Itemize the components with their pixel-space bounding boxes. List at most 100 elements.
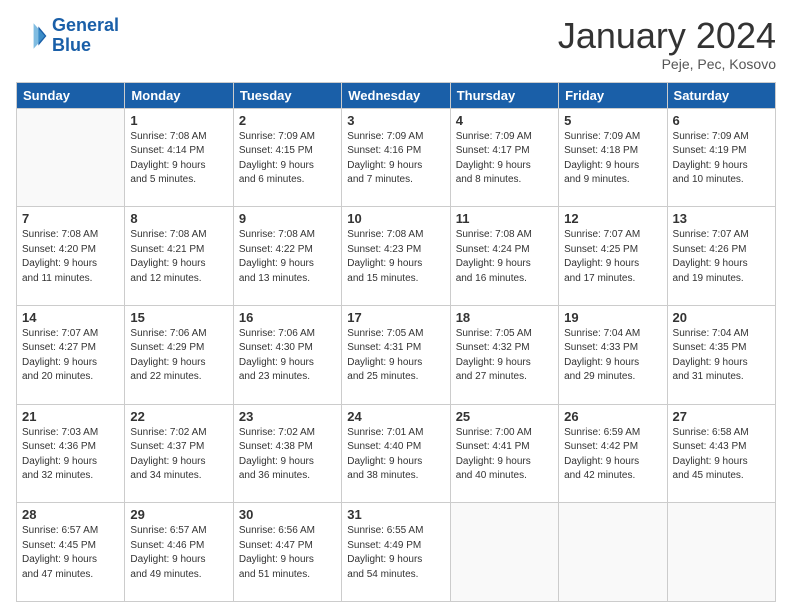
calendar-week-3: 14Sunrise: 7:07 AM Sunset: 4:27 PM Dayli… bbox=[17, 305, 776, 404]
logo: General Blue bbox=[16, 16, 119, 56]
day-info: Sunrise: 7:08 AM Sunset: 4:14 PM Dayligh… bbox=[130, 130, 227, 188]
day-info: Sunrise: 7:08 AM Sunset: 4:24 PM Dayligh… bbox=[456, 228, 553, 286]
calendar-cell: 24 Sunrise: 7:01 AM Sunset: 4:40 PM Dayli… bbox=[342, 404, 450, 503]
logo-text: General Blue bbox=[52, 16, 119, 56]
day-info: Sunrise: 7:07 AM Sunset: 4:26 PM Dayligh… bbox=[673, 228, 770, 286]
calendar-cell: 23 Sunrise: 7:02 AM Sunset: 4:38 PM Dayli… bbox=[233, 404, 341, 503]
day-info: Sunrise: 6:57 AM Sunset: 4:45 PM Dayligh… bbox=[22, 524, 119, 582]
day-number: 16 bbox=[239, 310, 336, 325]
calendar-cell: 16 Sunrise: 7:06 AM Sunset: 4:30 PM Dayli… bbox=[233, 305, 341, 404]
calendar-cell: 17 Sunrise: 7:05 AM Sunset: 4:31 PM Dayli… bbox=[342, 305, 450, 404]
day-number: 30 bbox=[239, 507, 336, 522]
day-header-saturday: Saturday bbox=[667, 82, 775, 108]
day-number: 2 bbox=[239, 113, 336, 128]
day-number: 6 bbox=[673, 113, 770, 128]
calendar-cell bbox=[559, 503, 667, 602]
logo-line2: Blue bbox=[52, 35, 91, 55]
day-number: 19 bbox=[564, 310, 661, 325]
day-info: Sunrise: 7:02 AM Sunset: 4:37 PM Dayligh… bbox=[130, 426, 227, 484]
calendar-cell: 22Sunrise: 7:02 AM Sunset: 4:37 PM Dayli… bbox=[125, 404, 233, 503]
day-number: 23 bbox=[239, 409, 336, 424]
calendar-cell: 25 Sunrise: 7:00 AM Sunset: 4:41 PM Dayli… bbox=[450, 404, 558, 503]
day-header-wednesday: Wednesday bbox=[342, 82, 450, 108]
day-info: Sunrise: 7:05 AM Sunset: 4:32 PM Dayligh… bbox=[456, 327, 553, 385]
calendar-cell: 6 Sunrise: 7:09 AM Sunset: 4:19 PM Daylig… bbox=[667, 108, 775, 207]
calendar-cell: 30Sunrise: 6:56 AM Sunset: 4:47 PM Dayli… bbox=[233, 503, 341, 602]
day-number: 13 bbox=[673, 211, 770, 226]
calendar-cell: 3Sunrise: 7:09 AM Sunset: 4:16 PM Daylig… bbox=[342, 108, 450, 207]
calendar: SundayMondayTuesdayWednesdayThursdayFrid… bbox=[16, 82, 776, 602]
day-info: Sunrise: 7:09 AM Sunset: 4:15 PM Dayligh… bbox=[239, 130, 336, 188]
day-number: 7 bbox=[22, 211, 119, 226]
title-area: January 2024 Peje, Pec, Kosovo bbox=[558, 16, 776, 72]
calendar-cell: 21Sunrise: 7:03 AM Sunset: 4:36 PM Dayli… bbox=[17, 404, 125, 503]
day-number: 26 bbox=[564, 409, 661, 424]
calendar-cell: 4Sunrise: 7:09 AM Sunset: 4:17 PM Daylig… bbox=[450, 108, 558, 207]
day-info: Sunrise: 7:09 AM Sunset: 4:18 PM Dayligh… bbox=[564, 130, 661, 188]
calendar-cell: 13 Sunrise: 7:07 AM Sunset: 4:26 PM Dayli… bbox=[667, 207, 775, 306]
calendar-cell: 19 Sunrise: 7:04 AM Sunset: 4:33 PM Dayli… bbox=[559, 305, 667, 404]
day-info: Sunrise: 7:06 AM Sunset: 4:30 PM Dayligh… bbox=[239, 327, 336, 385]
calendar-cell bbox=[450, 503, 558, 602]
page: General Blue January 2024 Peje, Pec, Kos… bbox=[0, 0, 792, 612]
day-info: Sunrise: 7:09 AM Sunset: 4:19 PM Dayligh… bbox=[673, 130, 770, 188]
day-number: 15 bbox=[130, 310, 227, 325]
location-subtitle: Peje, Pec, Kosovo bbox=[558, 56, 776, 72]
calendar-week-4: 21Sunrise: 7:03 AM Sunset: 4:36 PM Dayli… bbox=[17, 404, 776, 503]
day-number: 29 bbox=[130, 507, 227, 522]
day-info: Sunrise: 7:04 AM Sunset: 4:35 PM Dayligh… bbox=[673, 327, 770, 385]
day-number: 1 bbox=[130, 113, 227, 128]
day-number: 9 bbox=[239, 211, 336, 226]
calendar-cell: 2 Sunrise: 7:09 AM Sunset: 4:15 PM Daylig… bbox=[233, 108, 341, 207]
calendar-week-2: 7Sunrise: 7:08 AM Sunset: 4:20 PM Daylig… bbox=[17, 207, 776, 306]
logo-icon bbox=[16, 20, 48, 52]
calendar-cell: 1 Sunrise: 7:08 AM Sunset: 4:14 PM Daylig… bbox=[125, 108, 233, 207]
day-info: Sunrise: 7:05 AM Sunset: 4:31 PM Dayligh… bbox=[347, 327, 444, 385]
day-info: Sunrise: 7:09 AM Sunset: 4:17 PM Dayligh… bbox=[456, 130, 553, 188]
day-header-tuesday: Tuesday bbox=[233, 82, 341, 108]
day-number: 8 bbox=[130, 211, 227, 226]
day-info: Sunrise: 6:59 AM Sunset: 4:42 PM Dayligh… bbox=[564, 426, 661, 484]
day-header-monday: Monday bbox=[125, 82, 233, 108]
calendar-cell: 27Sunrise: 6:58 AM Sunset: 4:43 PM Dayli… bbox=[667, 404, 775, 503]
day-info: Sunrise: 7:00 AM Sunset: 4:41 PM Dayligh… bbox=[456, 426, 553, 484]
day-number: 11 bbox=[456, 211, 553, 226]
calendar-cell: 28 Sunrise: 6:57 AM Sunset: 4:45 PM Dayli… bbox=[17, 503, 125, 602]
day-number: 12 bbox=[564, 211, 661, 226]
calendar-cell: 15 Sunrise: 7:06 AM Sunset: 4:29 PM Dayli… bbox=[125, 305, 233, 404]
calendar-cell: 14Sunrise: 7:07 AM Sunset: 4:27 PM Dayli… bbox=[17, 305, 125, 404]
day-number: 24 bbox=[347, 409, 444, 424]
calendar-cell: 26 Sunrise: 6:59 AM Sunset: 4:42 PM Dayli… bbox=[559, 404, 667, 503]
day-header-thursday: Thursday bbox=[450, 82, 558, 108]
calendar-cell: 31Sunrise: 6:55 AM Sunset: 4:49 PM Dayli… bbox=[342, 503, 450, 602]
calendar-cell: 8 Sunrise: 7:08 AM Sunset: 4:21 PM Daylig… bbox=[125, 207, 233, 306]
day-header-sunday: Sunday bbox=[17, 82, 125, 108]
day-info: Sunrise: 7:02 AM Sunset: 4:38 PM Dayligh… bbox=[239, 426, 336, 484]
day-header-friday: Friday bbox=[559, 82, 667, 108]
header: General Blue January 2024 Peje, Pec, Kos… bbox=[16, 16, 776, 72]
day-info: Sunrise: 7:07 AM Sunset: 4:25 PM Dayligh… bbox=[564, 228, 661, 286]
calendar-cell: 10Sunrise: 7:08 AM Sunset: 4:23 PM Dayli… bbox=[342, 207, 450, 306]
day-info: Sunrise: 7:09 AM Sunset: 4:16 PM Dayligh… bbox=[347, 130, 444, 188]
day-info: Sunrise: 7:01 AM Sunset: 4:40 PM Dayligh… bbox=[347, 426, 444, 484]
month-title: January 2024 bbox=[558, 16, 776, 56]
day-info: Sunrise: 7:08 AM Sunset: 4:21 PM Dayligh… bbox=[130, 228, 227, 286]
day-number: 31 bbox=[347, 507, 444, 522]
day-number: 21 bbox=[22, 409, 119, 424]
day-info: Sunrise: 7:06 AM Sunset: 4:29 PM Dayligh… bbox=[130, 327, 227, 385]
calendar-header-row: SundayMondayTuesdayWednesdayThursdayFrid… bbox=[17, 82, 776, 108]
calendar-cell: 11 Sunrise: 7:08 AM Sunset: 4:24 PM Dayli… bbox=[450, 207, 558, 306]
day-number: 10 bbox=[347, 211, 444, 226]
day-info: Sunrise: 7:04 AM Sunset: 4:33 PM Dayligh… bbox=[564, 327, 661, 385]
day-number: 17 bbox=[347, 310, 444, 325]
day-info: Sunrise: 7:08 AM Sunset: 4:22 PM Dayligh… bbox=[239, 228, 336, 286]
day-number: 5 bbox=[564, 113, 661, 128]
day-number: 25 bbox=[456, 409, 553, 424]
calendar-cell: 18 Sunrise: 7:05 AM Sunset: 4:32 PM Dayli… bbox=[450, 305, 558, 404]
calendar-cell bbox=[17, 108, 125, 207]
calendar-cell: 12 Sunrise: 7:07 AM Sunset: 4:25 PM Dayli… bbox=[559, 207, 667, 306]
day-number: 18 bbox=[456, 310, 553, 325]
calendar-week-1: 1 Sunrise: 7:08 AM Sunset: 4:14 PM Daylig… bbox=[17, 108, 776, 207]
day-number: 28 bbox=[22, 507, 119, 522]
day-info: Sunrise: 6:58 AM Sunset: 4:43 PM Dayligh… bbox=[673, 426, 770, 484]
